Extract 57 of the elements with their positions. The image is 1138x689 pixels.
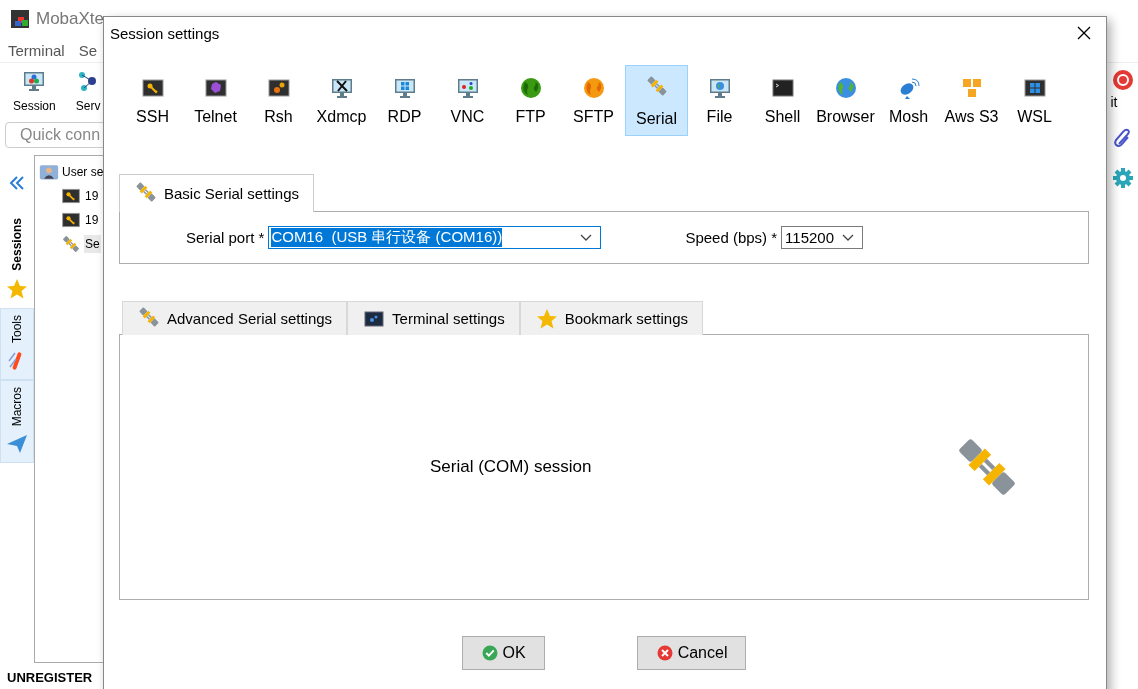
session-type-button[interactable]: Browser <box>814 65 877 136</box>
side-tab[interactable]: Macros <box>0 379 34 464</box>
caret-icon <box>842 233 855 242</box>
globe-icon <box>833 75 858 100</box>
session-type-button[interactable]: Mosh <box>877 65 940 136</box>
session-type-button[interactable]: Serial <box>625 65 688 136</box>
session-type-button[interactable]: FTP <box>499 65 562 136</box>
field-label: Speed (bps) * <box>685 229 778 246</box>
tab[interactable]: Basic Serial settings <box>119 174 315 212</box>
caret-icon <box>580 233 593 242</box>
app-title: MobaXte <box>36 9 105 29</box>
toolbar-button[interactable]: Serv <box>75 69 101 117</box>
app-logo-icon <box>10 9 30 29</box>
session-type-button[interactable]: Rsh <box>247 65 310 136</box>
tab[interactable]: Bookmark settings <box>519 301 704 335</box>
session-type-button[interactable]: Telnet <box>184 65 247 136</box>
user-folder-icon <box>39 162 59 182</box>
session-type-button[interactable]: WSL <box>1003 65 1066 136</box>
session-type-button[interactable]: File <box>688 65 751 136</box>
session-type-button[interactable]: SSH <box>121 65 184 136</box>
session-type-button[interactable]: RDP <box>373 65 436 136</box>
globe-icon <box>518 75 543 100</box>
close-icon <box>1077 26 1091 40</box>
ok-button[interactable]: OK <box>461 636 545 670</box>
settings-icon <box>1110 166 1135 190</box>
menu-item[interactable]: Terminal <box>8 41 65 59</box>
check-icon <box>480 644 499 662</box>
session-type-button[interactable]: VNC <box>436 65 499 136</box>
power-icon <box>1110 68 1135 92</box>
tree-item[interactable]: User se <box>62 165 104 179</box>
serial-port-dropdown[interactable]: COM16 (USB 串行设备 (COM16)) <box>268 226 602 249</box>
cancel-icon <box>655 644 674 662</box>
cancel-button[interactable]: Cancel <box>636 636 747 670</box>
session-type-button[interactable]: SFTP <box>562 65 625 136</box>
tree-item[interactable]: Se <box>84 235 101 253</box>
side-tab[interactable]: Tools <box>0 307 34 380</box>
plug-icon <box>61 234 81 254</box>
tree-item[interactable]: 19 <box>84 187 100 205</box>
key-icon <box>61 186 81 206</box>
field-label: Serial port * <box>186 229 265 246</box>
monitor-icon <box>22 69 47 93</box>
key-icon <box>61 210 81 230</box>
tab[interactable]: Terminal settings <box>347 301 520 335</box>
session-description: Serial (COM) session <box>430 457 592 477</box>
toolbar-button[interactable]: Session <box>13 69 56 117</box>
session-type-button[interactable]: Shell <box>751 65 814 136</box>
dialog-title: Session settings <box>110 24 220 42</box>
menu-item[interactable]: Se <box>78 41 98 59</box>
double-chevron-icon <box>9 175 25 191</box>
tab[interactable]: Advanced Serial settings <box>122 301 348 335</box>
globe-icon <box>581 75 606 100</box>
session-type-button[interactable]: Aws S3 <box>940 65 1003 136</box>
status-bar-text: UNREGISTER <box>7 670 93 685</box>
toolbar-label[interactable]: it <box>1110 94 1118 110</box>
session-type-button[interactable]: Xdmcp <box>310 65 373 136</box>
speed-dropdown[interactable]: 115200 <box>781 226 864 249</box>
tree-item[interactable]: 19 <box>84 211 100 229</box>
